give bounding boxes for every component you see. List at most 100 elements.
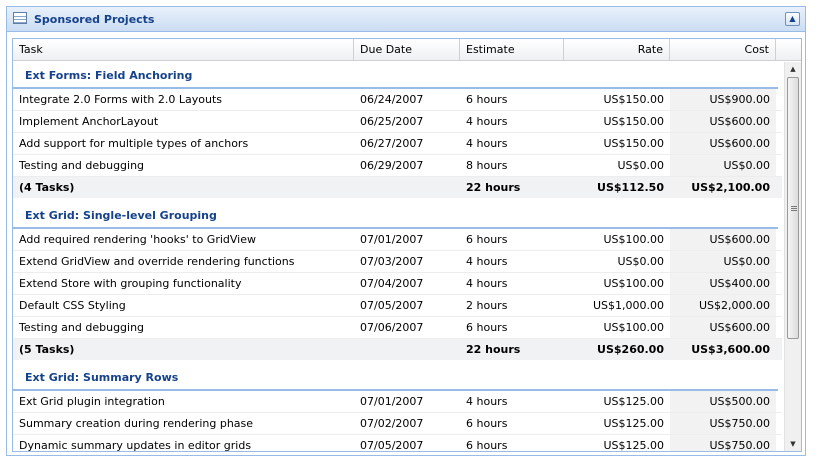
task-cell: Ext Grid plugin integration — [19, 395, 165, 408]
table-row[interactable]: Extend Store with grouping functionality… — [13, 273, 782, 295]
table-row[interactable]: Implement AnchorLayout 06/25/2007 4 hours U… — [13, 111, 782, 133]
task-cell: Integrate 2.0 Forms with 2.0 Layouts — [19, 93, 222, 106]
cost-cell: US$600.00 — [670, 317, 776, 338]
rate-cell: US$100.00 — [603, 321, 664, 334]
table-row[interactable]: Summary creation during rendering phase 0… — [13, 413, 782, 435]
estimate-cell: 4 hours — [466, 115, 508, 128]
task-cell: Dynamic summary updates in editor grids — [19, 439, 252, 451]
due-date-cell: 06/27/2007 — [360, 137, 424, 150]
due-date-cell: 07/04/2007 — [360, 277, 424, 290]
column-header-estimate[interactable]: Estimate — [460, 39, 564, 61]
due-date-cell: 07/02/2007 — [360, 417, 424, 430]
table-row[interactable]: Dynamic summary updates in editor grids 0… — [13, 435, 782, 451]
cost-cell: US$600.00 — [670, 229, 776, 250]
task-cell: Default CSS Styling — [19, 299, 126, 312]
due-date-cell: 06/24/2007 — [360, 93, 424, 106]
table-row[interactable]: Extend GridView and override rendering f… — [13, 251, 782, 273]
scroll-up-icon[interactable]: ▲ — [785, 62, 801, 76]
estimate-cell: 4 hours — [466, 137, 508, 150]
due-date-cell: 07/01/2007 — [360, 395, 424, 408]
cost-cell: US$750.00 — [670, 413, 776, 434]
rate-cell: US$125.00 — [603, 395, 664, 408]
column-header-rate[interactable]: Rate — [564, 39, 670, 61]
task-cell: Add required rendering 'hooks' to GridVi… — [19, 233, 256, 246]
group-header[interactable]: Ext Grid: Single-level Grouping — [13, 202, 778, 229]
scroll-down-icon[interactable]: ▼ — [785, 437, 801, 451]
cost-cell: US$500.00 — [670, 391, 776, 412]
due-date-cell: 06/29/2007 — [360, 159, 424, 172]
rate-cell: US$0.00 — [617, 255, 664, 268]
estimate-cell: 6 hours — [466, 417, 508, 430]
rate-cell: US$0.00 — [617, 159, 664, 172]
rate-cell: US$125.00 — [603, 417, 664, 430]
cost-cell: US$2,000.00 — [670, 295, 776, 316]
due-date-cell: 07/06/2007 — [360, 321, 424, 334]
table-row[interactable]: Add support for multiple types of anchor… — [13, 133, 782, 155]
summary-cost-cell: US$2,100.00 — [670, 177, 776, 198]
rate-cell: US$100.00 — [603, 277, 664, 290]
header-spacer — [776, 39, 799, 61]
column-header-task[interactable]: Task — [13, 39, 354, 61]
task-cell: Implement AnchorLayout — [19, 115, 159, 128]
table-row[interactable]: Default CSS Styling 07/05/2007 2 hours US$1… — [13, 295, 782, 317]
summary-cost-cell: US$3,600.00 — [670, 339, 776, 360]
estimate-cell: 8 hours — [466, 159, 508, 172]
summary-task-cell: (4 Tasks) — [19, 181, 75, 194]
collapse-icon[interactable]: ▲ — [785, 12, 800, 26]
vertical-scrollbar[interactable]: ▲ ▼ — [784, 62, 801, 451]
scroll-thumb[interactable] — [787, 77, 799, 339]
rate-cell: US$150.00 — [603, 93, 664, 106]
cost-cell: US$750.00 — [670, 435, 776, 451]
table-row[interactable]: Testing and debugging 07/06/2007 6 hours US… — [13, 317, 782, 339]
grid-body: Ext Forms: Field Anchoring Integrate 2.0 … — [13, 62, 782, 451]
due-date-cell: 07/03/2007 — [360, 255, 424, 268]
table-row[interactable]: Integrate 2.0 Forms with 2.0 Layouts 06/2… — [13, 89, 782, 111]
group-header[interactable]: Ext Forms: Field Anchoring — [13, 62, 778, 89]
estimate-cell: 2 hours — [466, 299, 508, 312]
summary-due-date-cell — [354, 177, 460, 198]
due-date-cell: 07/01/2007 — [360, 233, 424, 246]
task-cell: Extend GridView and override rendering f… — [19, 255, 295, 268]
rate-cell: US$150.00 — [603, 137, 664, 150]
rate-cell: US$100.00 — [603, 233, 664, 246]
panel-header: Sponsored Projects ▲ — [7, 7, 805, 32]
projects-grid: Task Due Date Estimate Rate Cost Ext For… — [12, 38, 802, 452]
grid-header: Task Due Date Estimate Rate Cost — [13, 39, 801, 61]
cost-cell: US$0.00 — [670, 251, 776, 272]
summary-due-date-cell — [354, 339, 460, 360]
estimate-cell: 4 hours — [466, 395, 508, 408]
estimate-cell: 4 hours — [466, 255, 508, 268]
grid-icon — [13, 12, 27, 24]
cost-cell: US$600.00 — [670, 133, 776, 154]
due-date-cell: 07/05/2007 — [360, 299, 424, 312]
task-cell: Summary creation during rendering phase — [19, 417, 254, 430]
estimate-cell: 6 hours — [466, 93, 508, 106]
estimate-cell: 6 hours — [466, 321, 508, 334]
summary-estimate-cell: 22 hours — [466, 343, 521, 356]
task-cell: Extend Store with grouping functionality — [19, 277, 242, 290]
estimate-cell: 6 hours — [466, 233, 508, 246]
column-header-due-date[interactable]: Due Date — [354, 39, 460, 61]
rate-cell: US$1,000.00 — [592, 299, 664, 312]
column-header-cost[interactable]: Cost — [670, 39, 776, 61]
rate-cell: US$150.00 — [603, 115, 664, 128]
summary-row: (4 Tasks) 22 hours US$112.50 US$2,100.00 — [13, 177, 782, 198]
due-date-cell: 06/25/2007 — [360, 115, 424, 128]
task-cell: Add support for multiple types of anchor… — [19, 137, 249, 150]
estimate-cell: 4 hours — [466, 277, 508, 290]
table-row[interactable]: Add required rendering 'hooks' to GridVi… — [13, 229, 782, 251]
summary-task-cell: (5 Tasks) — [19, 343, 75, 356]
table-row[interactable]: Testing and debugging 06/29/2007 8 hours US… — [13, 155, 782, 177]
summary-rate-cell: US$260.00 — [597, 343, 664, 356]
due-date-cell: 07/05/2007 — [360, 439, 424, 451]
cost-cell: US$600.00 — [670, 111, 776, 132]
rate-cell: US$125.00 — [603, 439, 664, 451]
estimate-cell: 6 hours — [466, 439, 508, 451]
summary-row: (5 Tasks) 22 hours US$260.00 US$3,600.00 — [13, 339, 782, 360]
table-row[interactable]: Ext Grid plugin integration 07/01/2007 4 h… — [13, 391, 782, 413]
summary-rate-cell: US$112.50 — [597, 181, 664, 194]
task-cell: Testing and debugging — [19, 321, 145, 334]
group-header[interactable]: Ext Grid: Summary Rows — [13, 364, 778, 391]
panel-title: Sponsored Projects — [34, 13, 155, 26]
sponsored-projects-panel: Sponsored Projects ▲ Task Due Date Estim… — [6, 6, 806, 456]
